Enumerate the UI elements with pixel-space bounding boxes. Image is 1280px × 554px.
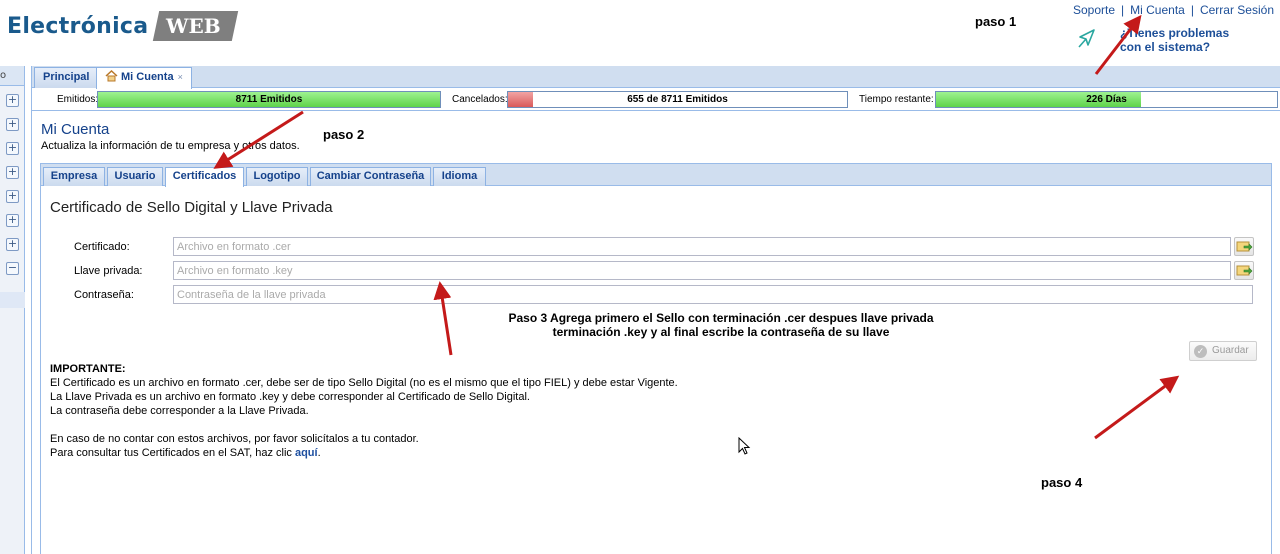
expand-icon[interactable]: + (6, 142, 19, 155)
cerrar-sesion-link[interactable]: Cerrar Sesión (1200, 3, 1274, 17)
cancelados-progress: 655 de 8711 Emitidos (507, 91, 848, 108)
browse-llave-button[interactable] (1234, 261, 1254, 280)
guardar-button[interactable]: ✓ Guardar (1189, 341, 1257, 361)
brand-logo[interactable]: Electrónica WEB (7, 10, 239, 42)
expand-icon[interactable]: + (6, 94, 19, 107)
cancelados-label: Cancelados: (452, 94, 508, 105)
certificado-label: Certificado: (74, 241, 130, 253)
paso4-annotation: paso 4 (1041, 475, 1083, 490)
main-tabstrip: Principal Mi Cuenta × (32, 66, 1280, 89)
brand-tag: WEB (153, 11, 239, 41)
emitidos-progress: 8711 Emitidos (97, 91, 441, 108)
tiempo-label: Tiempo restante: (859, 94, 934, 105)
open-file-icon (1236, 265, 1253, 276)
close-tab-icon[interactable]: × (178, 68, 183, 87)
important-heading: IMPORTANTE: (50, 363, 126, 375)
mi-cuenta-link[interactable]: Mi Cuenta (1130, 3, 1185, 17)
check-icon: ✓ (1194, 345, 1207, 358)
expand-icon[interactable]: + (6, 190, 19, 203)
emitidos-text: 8711 Emitidos (235, 94, 303, 105)
expand-icon[interactable]: + (6, 118, 19, 131)
browse-certificado-button[interactable] (1234, 237, 1254, 256)
form-title: Certificado de Sello Digital y Llave Pri… (50, 199, 333, 216)
help-text[interactable]: ¿Tienes problemas con el sistema? (1120, 26, 1229, 54)
main-panel: Principal Mi Cuenta × Emitidos: 8711 Emit… (31, 66, 1280, 554)
sidebar-header: o (0, 66, 24, 86)
left-sidebar: o + + + + + + + − (0, 66, 25, 554)
llave-label: Llave privada: (74, 265, 143, 277)
form-tabstrip: Empresa Usuario Certificados Logotipo Ca… (41, 164, 1271, 187)
contrasena-input[interactable] (173, 285, 1253, 304)
tab-logotipo[interactable]: Logotipo (246, 167, 308, 186)
soporte-link[interactable]: Soporte (1073, 3, 1115, 17)
important-notes: IMPORTANTE: El Certificado es un archivo… (50, 362, 678, 460)
llave-input[interactable] (173, 261, 1231, 280)
home-icon (105, 70, 118, 82)
tab-certificados[interactable]: Certificados (165, 167, 244, 187)
tab-usuario[interactable]: Usuario (107, 167, 163, 186)
stats-bar: Emitidos: 8711 Emitidos Cancelados: 655 … (32, 89, 1280, 111)
emitidos-label: Emitidos: (57, 94, 99, 105)
expand-icon[interactable]: + (6, 214, 19, 227)
important-line: La contraseña debe corresponder a la Lla… (50, 405, 309, 417)
paso3-annotation: Paso 3 Agrega primero el Sello con termi… (508, 311, 934, 339)
tab-empresa[interactable]: Empresa (43, 167, 105, 186)
important-line: El Certificado es un archivo en formato … (50, 377, 678, 389)
tab-principal[interactable]: Principal (34, 67, 99, 88)
expand-icon[interactable]: + (6, 166, 19, 179)
cursor-arrow-icon (1078, 29, 1095, 48)
tab-cambiar-contrasena[interactable]: Cambiar Contraseña (310, 167, 431, 186)
sidebar-selected-item[interactable] (0, 292, 25, 308)
paso2-annotation: paso 2 (323, 127, 365, 142)
brand-name: Electrónica (7, 13, 149, 39)
open-file-icon (1236, 241, 1253, 252)
important-line: En caso de no contar con estos archivos,… (50, 433, 419, 445)
certificados-panel: Empresa Usuario Certificados Logotipo Ca… (40, 163, 1272, 554)
help-block[interactable]: ¿Tienes problemas con el sistema? (1076, 26, 1229, 54)
tiempo-text: 226 Días (1086, 94, 1127, 105)
top-links: Soporte | Mi Cuenta | Cerrar Sesión (1073, 3, 1274, 17)
tab-idioma[interactable]: Idioma (433, 167, 486, 186)
important-line: Para consultar tus Certificados en el SA… (50, 447, 321, 459)
tab-mi-cuenta[interactable]: Mi Cuenta × (96, 67, 192, 89)
collapse-icon[interactable]: − (6, 262, 19, 275)
tiempo-progress: 226 Días (935, 91, 1278, 108)
mouse-pointer-icon (738, 437, 751, 455)
paso1-annotation: paso 1 (975, 14, 1017, 29)
expand-icon[interactable]: + (6, 238, 19, 251)
important-line: La Llave Privada es un archivo en format… (50, 391, 530, 403)
page-subtitle: Actualiza la información de tu empresa y… (41, 140, 300, 152)
cancelados-text: 655 de 8711 Emitidos (627, 94, 728, 105)
link-separator: | (1121, 3, 1125, 17)
sat-link[interactable]: aquí (295, 447, 318, 459)
certificado-input[interactable] (173, 237, 1231, 256)
contrasena-label: Contraseña: (74, 289, 134, 301)
link-separator: | (1190, 3, 1194, 17)
app-window: Electrónica WEB Soporte | Mi Cuenta | Cerrar… (0, 0, 1280, 554)
page-title: Mi Cuenta (41, 121, 110, 138)
